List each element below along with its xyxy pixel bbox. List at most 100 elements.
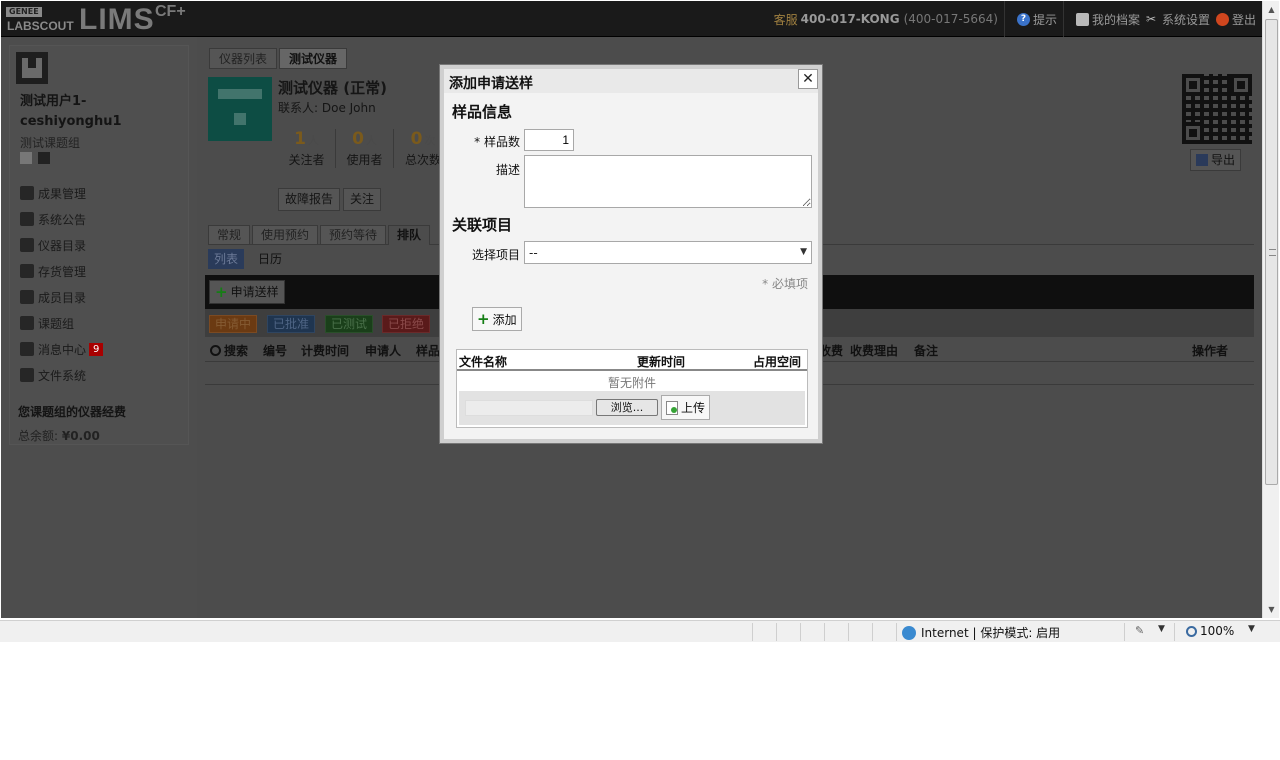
user-group[interactable]: 测试课题组 bbox=[20, 134, 80, 151]
zoom-control[interactable]: 100% bbox=[1186, 624, 1234, 638]
tab-waitlist[interactable]: 预约等待 bbox=[320, 225, 387, 245]
stat-unit: 人 bbox=[365, 134, 377, 147]
sidebar-view-toggle bbox=[20, 152, 50, 164]
profile-label: 我的档案 bbox=[1091, 12, 1140, 27]
qr-finder bbox=[1230, 74, 1252, 96]
zoom-icon bbox=[1186, 625, 1197, 637]
apply-sample-label: 申请送样 bbox=[230, 285, 279, 299]
tab-calendar[interactable]: 日历 bbox=[252, 249, 288, 269]
filter-tested[interactable]: 已测试 bbox=[325, 315, 374, 333]
close-icon[interactable]: ✕ bbox=[798, 69, 818, 89]
power-icon bbox=[1215, 12, 1229, 26]
tab-test-instrument[interactable]: 测试仪器 bbox=[279, 48, 348, 69]
sample-count-input[interactable] bbox=[524, 129, 574, 151]
stat-value: 0 bbox=[352, 129, 364, 149]
tab-instrument-list[interactable]: 仪器列表 bbox=[209, 48, 278, 69]
hotline-number: 400-017-KONG bbox=[800, 12, 900, 26]
sample-section-title: 样品信息 bbox=[452, 103, 513, 121]
sidebar-item-files[interactable]: 文件系统 bbox=[20, 362, 103, 388]
add-button-label: 添加 bbox=[492, 312, 517, 327]
divider bbox=[1062, 1, 1064, 37]
list-view-icon[interactable] bbox=[38, 152, 50, 164]
apply-sample-button[interactable]: + 申请送样 bbox=[209, 280, 285, 304]
chevron-down-icon: ▼ bbox=[800, 247, 807, 257]
search-icon bbox=[210, 345, 221, 356]
sidebar-item-label: 仪器目录 bbox=[38, 238, 87, 253]
qr-finder bbox=[1182, 122, 1204, 144]
security-zone[interactable]: Internet | 保护模式: 启用 bbox=[902, 624, 1060, 641]
instrument-image bbox=[208, 77, 272, 141]
zoom-level: 100% bbox=[1200, 624, 1235, 638]
project-select[interactable]: -- ▼ bbox=[524, 241, 812, 264]
add-button[interactable]: + 添加 bbox=[472, 307, 522, 331]
flask-icon bbox=[20, 264, 34, 278]
scroll-thumb[interactable] bbox=[1265, 19, 1278, 485]
logout-label: 登出 bbox=[1231, 12, 1256, 27]
page-scrollbar[interactable]: ▲ ▼ bbox=[1262, 1, 1279, 618]
stat-followers: 1 人关注者 bbox=[284, 129, 336, 168]
sidebar-item-messages[interactable]: 消息中心 9 bbox=[20, 336, 104, 362]
globe-icon bbox=[902, 625, 916, 640]
follow-button[interactable]: 关注 bbox=[343, 188, 382, 211]
filter-approved[interactable]: 已批准 bbox=[267, 315, 316, 333]
tab-general[interactable]: 常规 bbox=[208, 225, 251, 245]
tab-reservations[interactable]: 使用预约 bbox=[252, 225, 319, 245]
filter-pending[interactable]: 申请中 bbox=[209, 315, 258, 333]
filter-rejected[interactable]: 已拒绝 bbox=[382, 315, 431, 333]
hotline-label: 客服 bbox=[773, 12, 798, 27]
chevron-down-icon[interactable]: ▼ bbox=[1248, 624, 1255, 634]
unread-badge: 9 bbox=[89, 342, 104, 356]
export-label: 导出 bbox=[1211, 153, 1236, 167]
column-fee-reason: 收费理由 bbox=[850, 344, 899, 358]
file-path-field[interactable] bbox=[465, 400, 593, 416]
sidebar-item-announcements[interactable]: 系统公告 bbox=[20, 206, 103, 232]
export-button[interactable]: 导出 bbox=[1190, 149, 1242, 171]
fault-report-button[interactable]: 故障报告 bbox=[278, 188, 341, 211]
project-select-label: 选择项目 bbox=[471, 248, 520, 262]
tab-list[interactable]: 列表 bbox=[208, 249, 245, 269]
avatar[interactable] bbox=[16, 52, 48, 84]
dialog-header[interactable]: 添加申请送样 bbox=[444, 69, 818, 93]
sidebar-item-inventory[interactable]: 存货管理 bbox=[20, 258, 103, 284]
sidebar-item-label: 成员目录 bbox=[38, 290, 87, 305]
scroll-down-icon[interactable]: ▼ bbox=[1263, 601, 1280, 618]
sidebar-item-achievements[interactable]: 成果管理 bbox=[20, 180, 103, 206]
column-applicant: 申请人 bbox=[365, 344, 402, 358]
browse-button[interactable]: 浏览... bbox=[596, 399, 658, 416]
user-name[interactable]: 测试用户1-ceshiyonghu1 bbox=[20, 92, 185, 132]
chevron-down-icon[interactable]: ▼ bbox=[1158, 624, 1165, 634]
settings-link[interactable]: ✂ 系统设置 bbox=[1146, 11, 1210, 28]
upload-button-label: 上传 bbox=[681, 401, 706, 415]
megaphone-icon bbox=[20, 212, 34, 226]
description-textarea[interactable] bbox=[524, 155, 812, 208]
sidebar-item-label: 文件系统 bbox=[38, 368, 87, 383]
dialog-title: 添加申请送样 bbox=[449, 76, 533, 92]
sidebar-panel: 测试用户1-ceshiyonghu1 测试课题组 成果管理 系统公告 仪器目录 … bbox=[9, 45, 189, 445]
follow-label: 关注 bbox=[350, 192, 375, 206]
column-updated-time: 更新时间 bbox=[637, 355, 686, 369]
main-tabs: 仪器列表 测试仪器 bbox=[209, 48, 349, 69]
settings-label: 系统设置 bbox=[1161, 12, 1210, 27]
help-link[interactable]: ? 提示 bbox=[1016, 11, 1057, 28]
profile-link[interactable]: 我的档案 bbox=[1075, 11, 1140, 28]
upload-button[interactable]: 上传 bbox=[661, 395, 711, 420]
qr-code bbox=[1182, 74, 1252, 144]
logout-link[interactable]: 登出 bbox=[1215, 11, 1256, 28]
view-tabs: 列表 日历 bbox=[208, 249, 288, 269]
column-search[interactable]: 搜索 bbox=[210, 342, 248, 359]
plus-icon: + bbox=[477, 310, 490, 328]
scroll-up-icon[interactable]: ▲ bbox=[1263, 1, 1280, 18]
sidebar-item-groups[interactable]: 课题组 bbox=[20, 310, 103, 336]
sidebar-item-members[interactable]: 成员目录 bbox=[20, 284, 103, 310]
grid-view-icon[interactable] bbox=[20, 152, 32, 164]
protected-mode-icon[interactable]: ✎ bbox=[1135, 624, 1151, 638]
tab-queue[interactable]: 排队 bbox=[388, 225, 431, 245]
user-icon bbox=[20, 290, 34, 304]
project-section-title: 关联项目 bbox=[452, 216, 513, 234]
column-size: 占用空间 bbox=[753, 355, 802, 369]
sidebar-item-label: 课题组 bbox=[38, 316, 75, 331]
divider bbox=[848, 623, 849, 641]
sidebar-item-instruments[interactable]: 仪器目录 bbox=[20, 232, 103, 258]
stat-unit: 人 bbox=[307, 134, 319, 147]
instrument-contact: 联系人: Doe John bbox=[278, 101, 376, 115]
